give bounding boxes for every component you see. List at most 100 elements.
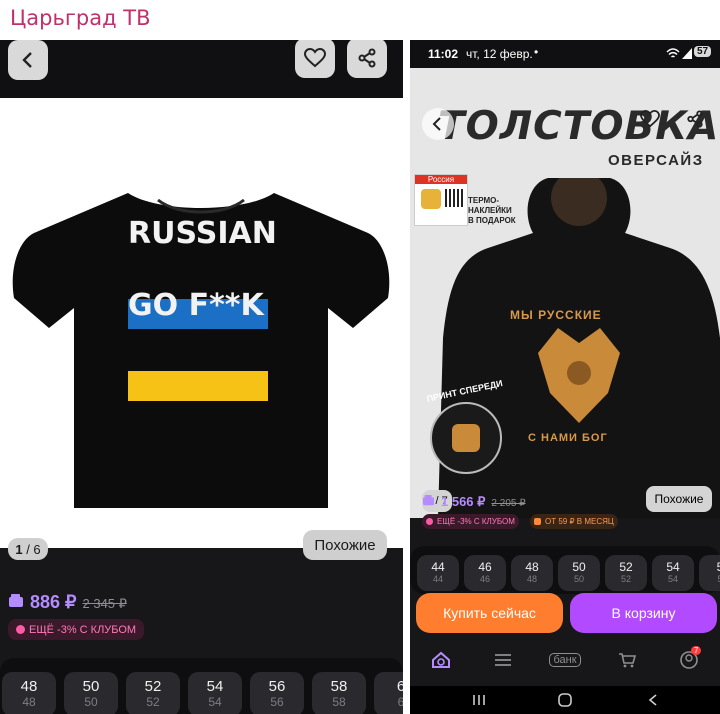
similar-button[interactable]: Похожие bbox=[303, 530, 387, 560]
share-icon bbox=[687, 110, 703, 128]
product-image[interactable]: RUSSIAN WARSHIP GO F**K YOURSELVES bbox=[0, 98, 403, 548]
favorite-button[interactable] bbox=[640, 109, 660, 133]
android-nav-bar bbox=[410, 686, 720, 714]
back-button[interactable] bbox=[8, 40, 48, 80]
favorite-button[interactable] bbox=[295, 40, 335, 78]
image-counter: 1 / 6 bbox=[8, 538, 48, 560]
club-badge[interactable]: ЕЩЁ -3% С КЛУБОМ bbox=[8, 619, 145, 640]
hoodie-bottom-text: С НАМИ БОГ bbox=[528, 432, 608, 444]
wifi-icon bbox=[666, 48, 680, 58]
size-option[interactable]: 48 48 bbox=[511, 555, 553, 591]
share-button[interactable] bbox=[347, 40, 387, 78]
back-button[interactable] bbox=[422, 108, 454, 140]
club-label: ЕЩЁ -3% С КЛУБОМ bbox=[29, 623, 137, 636]
size-value: 46 bbox=[478, 560, 492, 574]
nav-catalog[interactable] bbox=[472, 644, 534, 676]
price: 886 ₽ bbox=[30, 592, 77, 612]
size-option[interactable]: 58 58 bbox=[312, 672, 366, 714]
nav-bank[interactable]: банк bbox=[534, 644, 596, 676]
size-selector: 4444 4646 4848 5050 5252 5454 55 bbox=[410, 546, 720, 594]
counter-total: / 6 bbox=[26, 541, 41, 557]
home-circle-icon[interactable] bbox=[558, 693, 572, 707]
size-sub: 52 bbox=[146, 695, 160, 709]
share-button[interactable] bbox=[686, 110, 704, 133]
left-product-screen: RUSSIAN WARSHIP GO F**K YOURSELVES 1 / 6… bbox=[0, 40, 403, 714]
nav-home[interactable] bbox=[410, 644, 472, 676]
old-price: 2 345 ₽ bbox=[82, 596, 127, 611]
similar-button[interactable]: Похожие bbox=[646, 486, 712, 512]
bank-label: банк bbox=[549, 653, 581, 667]
heart-icon bbox=[640, 109, 660, 128]
size-option[interactable]: 44 44 bbox=[417, 555, 459, 591]
size-value: 6 bbox=[396, 678, 403, 695]
shirt-line-2: WARSHIP bbox=[128, 254, 271, 285]
size-value: 52 bbox=[144, 678, 162, 695]
size-option[interactable]: 52 52 bbox=[126, 672, 180, 714]
size-sub: 54 bbox=[208, 695, 222, 709]
size-value: 52 bbox=[619, 560, 633, 574]
size-option[interactable]: 46 46 bbox=[464, 555, 506, 591]
nav-profile[interactable]: 7 bbox=[658, 644, 720, 676]
size-sub: 5 bbox=[717, 574, 720, 584]
eagle-icon bbox=[452, 424, 480, 452]
size-sub: 56 bbox=[270, 695, 284, 709]
recent-apps-icon[interactable] bbox=[472, 694, 486, 706]
counter-current: 1 bbox=[15, 541, 23, 557]
price: 1 566 ₽ bbox=[441, 494, 486, 509]
cart-icon bbox=[619, 653, 636, 668]
size-option[interactable]: 52 52 bbox=[605, 555, 647, 591]
installment-badge[interactable]: ОТ 59 ₽ В МЕСЯЦ bbox=[530, 514, 618, 529]
shirt-line-4: YOURSELVES bbox=[128, 330, 280, 354]
size-value: 54 bbox=[666, 560, 680, 574]
add-to-cart-button[interactable]: В корзину bbox=[570, 593, 717, 633]
buy-now-label: Купить сейчас bbox=[443, 605, 536, 621]
size-sub: 46 bbox=[479, 574, 490, 584]
size-value: 56 bbox=[268, 678, 286, 695]
banner-subtitle: ОВЕРСАЙЗ bbox=[608, 152, 704, 169]
similar-label: Похожие bbox=[314, 536, 376, 554]
size-option[interactable]: 54 54 bbox=[188, 672, 242, 714]
chevron-left-icon bbox=[432, 117, 441, 131]
buy-now-button[interactable]: Купить сейчас bbox=[416, 593, 563, 633]
size-value: 58 bbox=[330, 678, 348, 695]
club-label: ЕЩЁ -3% С КЛУБОМ bbox=[437, 517, 515, 526]
size-value: 48 bbox=[20, 678, 38, 695]
size-option[interactable]: 55 bbox=[699, 555, 720, 591]
size-option[interactable]: 66 bbox=[374, 672, 403, 714]
nav-cart[interactable] bbox=[596, 644, 658, 676]
status-bar: 11:02 чт, 12 февр. • 57 bbox=[410, 40, 720, 68]
size-option[interactable]: 50 50 bbox=[558, 555, 600, 591]
size-option[interactable]: 48 48 bbox=[2, 672, 56, 714]
profile-badge: 7 bbox=[691, 646, 702, 655]
size-value: 44 bbox=[431, 560, 445, 574]
size-option[interactable]: 54 54 bbox=[652, 555, 694, 591]
shirt-line-1: RUSSIAN bbox=[128, 216, 277, 251]
top-bar bbox=[0, 40, 403, 98]
price-row: 886 ₽ 2 345 ₽ bbox=[8, 592, 127, 613]
menu-icon bbox=[495, 654, 511, 666]
watermark-label: Царьград ТВ bbox=[10, 6, 151, 30]
chevron-left-icon bbox=[22, 52, 32, 68]
heart-icon bbox=[304, 48, 326, 68]
size-option[interactable]: 50 50 bbox=[64, 672, 118, 714]
home-icon bbox=[432, 651, 450, 668]
product-image[interactable]: ТОЛСТОВКА ОВЕРСАЙЗ Россия ТЕРМО- НАКЛЕЙК… bbox=[410, 68, 720, 518]
club-badge[interactable]: ЕЩЁ -3% С КЛУБОМ bbox=[422, 514, 519, 529]
wallet-icon bbox=[9, 594, 23, 607]
banner-title: ТОЛСТОВКА bbox=[438, 104, 720, 149]
status-time: 11:02 bbox=[428, 47, 459, 61]
club-icon bbox=[16, 625, 25, 634]
size-sub: 54 bbox=[667, 574, 678, 584]
size-option[interactable]: 56 56 bbox=[250, 672, 304, 714]
hoodie-top-text: МЫ РУССКИЕ bbox=[510, 308, 602, 322]
size-sub: 50 bbox=[84, 695, 98, 709]
back-nav-icon[interactable] bbox=[648, 694, 658, 706]
shirt-line-3: GO F**K bbox=[128, 288, 264, 323]
size-sub: 6 bbox=[397, 695, 403, 709]
size-sub: 44 bbox=[432, 574, 443, 584]
signal-icon bbox=[682, 48, 692, 59]
size-value: 54 bbox=[206, 678, 224, 695]
bottom-nav: банк 7 bbox=[410, 644, 720, 676]
size-value: 50 bbox=[572, 560, 586, 574]
size-selector: 48 48 50 50 52 52 54 54 56 56 58 58 66 bbox=[0, 658, 403, 714]
